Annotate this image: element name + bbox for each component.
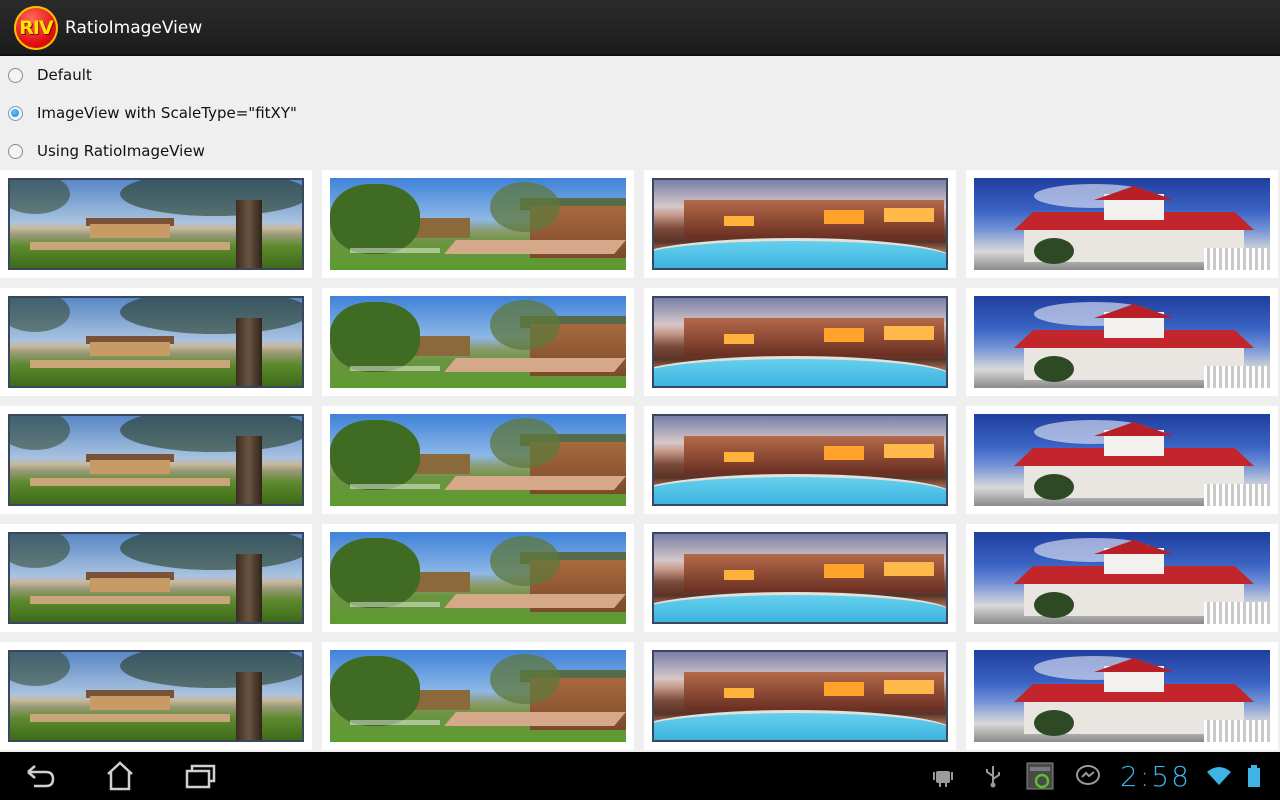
side-garden-photo [330,532,626,624]
image-grid-item[interactable] [0,406,312,514]
radio-label-fitxy: ImageView with ScaleType="fitXY" [37,104,297,122]
android-debug-icon [930,764,956,788]
side-garden-photo [330,414,626,506]
radio-label-ratioimageview: Using RatioImageView [37,142,205,160]
garden-tree-photo [8,414,304,506]
action-bar: RIV RatioImageView [0,0,1280,56]
app-logo-text: RIV [19,17,53,39]
image-grid-item[interactable] [966,524,1278,632]
pool-house-photo [652,532,948,624]
garden-tree-photo [8,650,304,742]
radio-option-default[interactable]: Default [0,57,400,93]
red-roof-house-photo [974,532,1270,624]
image-grid-item[interactable] [966,170,1278,278]
image-grid-item[interactable] [0,170,312,278]
image-grid[interactable] [0,170,1280,752]
radio-option-ratioimageview[interactable]: Using RatioImageView [0,133,400,169]
image-grid-item[interactable] [0,288,312,396]
wifi-icon [1206,764,1232,788]
side-garden-photo [330,650,626,742]
pool-house-photo [652,414,948,506]
radio-option-fitxy[interactable]: ImageView with ScaleType="fitXY" [0,95,400,131]
radio-button-fitxy[interactable] [8,105,23,121]
image-grid-item[interactable] [644,642,956,750]
system-navigation-bar: 2:58 [0,752,1280,800]
radio-label-default: Default [37,66,92,84]
garden-tree-photo [8,296,304,388]
recent-apps-icon[interactable] [180,760,220,792]
image-grid-item[interactable] [644,288,956,396]
image-grid-item[interactable] [322,170,634,278]
app-logo-icon[interactable]: RIV [14,6,58,50]
red-roof-house-photo [974,414,1270,506]
screenshot-icon [1026,762,1054,790]
garden-tree-photo [8,178,304,270]
radio-button-ratioimageview[interactable] [8,143,23,159]
messenger-icon [1075,764,1101,788]
app-title: RatioImageView [65,18,203,38]
pool-house-photo [652,296,948,388]
red-roof-house-photo [974,296,1270,388]
image-grid-item[interactable] [966,642,1278,750]
image-grid-item[interactable] [322,406,634,514]
image-grid-item[interactable] [966,288,1278,396]
side-garden-photo [330,178,626,270]
garden-tree-photo [8,532,304,624]
pool-house-photo [652,650,948,742]
battery-icon [1246,764,1262,788]
image-grid-item[interactable] [644,170,956,278]
image-grid-item[interactable] [322,642,634,750]
status-bar-clock[interactable]: 2:58 [1120,760,1191,793]
image-grid-item[interactable] [644,406,956,514]
back-icon[interactable] [20,760,60,792]
usb-icon [980,764,1006,788]
radio-button-default[interactable] [8,67,23,83]
red-roof-house-photo [974,178,1270,270]
image-grid-item[interactable] [0,642,312,750]
red-roof-house-photo [974,650,1270,742]
image-grid-item[interactable] [966,406,1278,514]
image-grid-item[interactable] [322,288,634,396]
image-grid-item[interactable] [644,524,956,632]
image-grid-item[interactable] [322,524,634,632]
pool-house-photo [652,178,948,270]
image-grid-item[interactable] [0,524,312,632]
home-icon[interactable] [100,760,140,792]
side-garden-photo [330,296,626,388]
